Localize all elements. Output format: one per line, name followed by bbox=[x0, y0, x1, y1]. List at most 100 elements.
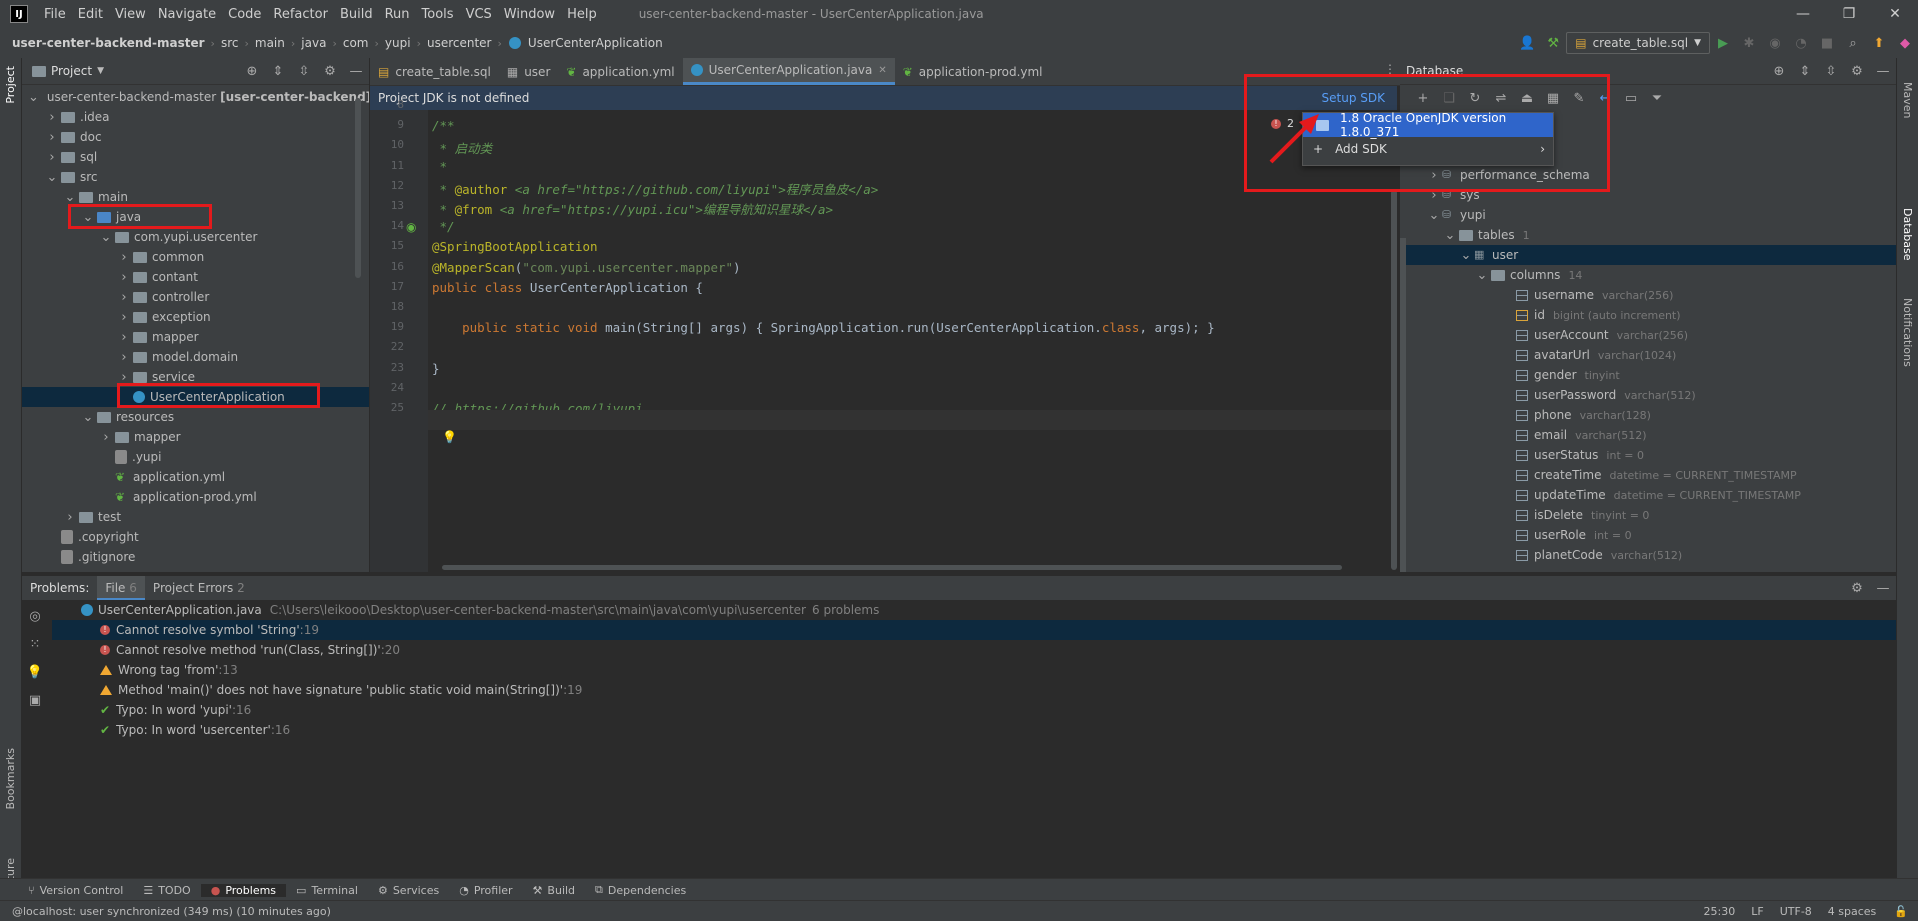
menu-item-edit[interactable]: Edit bbox=[72, 7, 109, 22]
breadcrumb-item[interactable]: yupi bbox=[383, 36, 413, 50]
bottom-tool-build[interactable]: ⚒ Build bbox=[523, 884, 586, 897]
gear-icon[interactable]: ⚙ bbox=[320, 61, 340, 81]
chevron-down-icon[interactable]: ⌄ bbox=[1476, 268, 1488, 283]
lock-icon[interactable]: 🔓 bbox=[1884, 905, 1918, 918]
tree-item[interactable]: › .idea bbox=[22, 107, 369, 127]
chevron-down-icon[interactable]: ⌄ bbox=[1444, 228, 1456, 243]
db-column[interactable]: createTime datetime = CURRENT_TIMESTAMP bbox=[1400, 465, 1896, 485]
expand-all-icon[interactable]: ⇕ bbox=[1795, 61, 1815, 81]
db-column[interactable]: id bigint (auto increment) bbox=[1400, 305, 1896, 325]
line-separator[interactable]: LF bbox=[1743, 905, 1771, 918]
menu-item-code[interactable]: Code bbox=[222, 7, 267, 22]
breadcrumb-item[interactable]: java bbox=[299, 36, 328, 50]
menu-item-run[interactable]: Run bbox=[379, 7, 416, 22]
db-column[interactable]: userPassword varchar(512) bbox=[1400, 385, 1896, 405]
caret-position[interactable]: 25:30 bbox=[1696, 905, 1744, 918]
tree-item[interactable]: ❦ application.yml bbox=[22, 467, 369, 487]
coverage-icon[interactable]: ◉ bbox=[1765, 33, 1785, 53]
project-tool-button[interactable]: Project bbox=[4, 66, 17, 104]
menu-item-view[interactable]: View bbox=[109, 7, 152, 22]
bottom-tool-profiler[interactable]: ◔ Profiler bbox=[449, 884, 522, 897]
problem-item[interactable]: ! Cannot resolve method 'run(Class, Strin… bbox=[52, 640, 1896, 660]
chevron-right-icon[interactable]: › bbox=[118, 310, 130, 325]
locate-icon[interactable]: ⊕ bbox=[1769, 61, 1789, 81]
chevron-down-icon[interactable]: ▼ bbox=[97, 66, 104, 76]
tree-item[interactable]: › exception bbox=[22, 307, 369, 327]
chevron-right-icon[interactable]: › bbox=[46, 150, 58, 165]
chevron-right-icon[interactable]: › bbox=[118, 270, 130, 285]
collapse-all-icon[interactable]: ⇳ bbox=[1821, 61, 1841, 81]
hide-icon[interactable]: — bbox=[346, 61, 366, 81]
problem-item[interactable]: Wrong tag 'from':13 bbox=[52, 660, 1896, 680]
query-console-icon[interactable]: ▭ bbox=[1621, 88, 1641, 108]
menu-item-file[interactable]: File bbox=[38, 7, 72, 22]
menu-item-help[interactable]: Help bbox=[561, 7, 603, 22]
db-column[interactable]: email varchar(512) bbox=[1400, 425, 1896, 445]
collapse-all-icon[interactable]: ⇳ bbox=[294, 61, 314, 81]
close-icon[interactable]: ✕ bbox=[1872, 0, 1918, 28]
db-column[interactable]: planetCode varchar(512) bbox=[1400, 545, 1896, 565]
db-column[interactable]: avatarUrl varchar(1024) bbox=[1400, 345, 1896, 365]
chevron-right-icon[interactable]: › bbox=[118, 250, 130, 265]
tree-item[interactable]: › model.domain bbox=[22, 347, 369, 367]
problem-file-row[interactable]: UserCenterApplication.java C:\Users\leik… bbox=[52, 600, 1896, 620]
bottom-tool-services[interactable]: ⚙ Services bbox=[368, 884, 449, 897]
bookmarks-tool-button[interactable]: Bookmarks bbox=[4, 748, 17, 809]
db-column[interactable]: gender tinyint bbox=[1400, 365, 1896, 385]
db-panel-scrollbar[interactable] bbox=[1400, 238, 1406, 572]
tree-item[interactable]: › mapper bbox=[22, 427, 369, 447]
hide-icon[interactable]: — bbox=[1873, 578, 1893, 598]
tree-item[interactable]: › test bbox=[22, 507, 369, 527]
project-panel-title[interactable]: Project bbox=[51, 64, 92, 78]
chevron-down-icon[interactable]: ⌄ bbox=[100, 230, 112, 245]
chevron-right-icon[interactable]: › bbox=[64, 510, 76, 525]
editor-tab[interactable]: UserCenterApplication.java ✕ bbox=[682, 58, 895, 85]
hide-icon[interactable]: — bbox=[1873, 61, 1893, 81]
tree-item[interactable]: › common bbox=[22, 247, 369, 267]
breadcrumb-item[interactable]: src bbox=[219, 36, 241, 50]
menu-item-vcs[interactable]: VCS bbox=[460, 7, 498, 22]
db-column[interactable]: userRole int = 0 bbox=[1400, 525, 1896, 545]
stop-icon[interactable]: ■ bbox=[1817, 33, 1837, 53]
tree-item[interactable]: ❦ application-prod.yml bbox=[22, 487, 369, 507]
tree-item[interactable]: › doc bbox=[22, 127, 369, 147]
vertical-scrollbar[interactable] bbox=[1391, 190, 1397, 570]
bottom-tool-dependencies[interactable]: ⧉ Dependencies bbox=[585, 883, 696, 897]
db-column[interactable]: userStatus int = 0 bbox=[1400, 445, 1896, 465]
menu-item-refactor[interactable]: Refactor bbox=[267, 7, 334, 22]
update-icon[interactable]: ⬆ bbox=[1869, 33, 1889, 53]
breadcrumb-item[interactable]: user-center-backend-master bbox=[10, 36, 207, 50]
database-tool-button[interactable]: Database bbox=[1901, 208, 1914, 261]
minimize-icon[interactable]: — bbox=[1780, 0, 1826, 28]
group-icon[interactable]: ⁙ bbox=[25, 634, 45, 654]
problem-item[interactable]: ✔ Typo: In word 'usercenter':16 bbox=[52, 720, 1896, 740]
menu-item-navigate[interactable]: Navigate bbox=[152, 7, 222, 22]
indent-setting[interactable]: 4 spaces bbox=[1820, 905, 1885, 918]
maven-tool-button[interactable]: Maven bbox=[1901, 82, 1914, 118]
breadcrumb-item[interactable]: com bbox=[341, 36, 371, 50]
db-tree-item[interactable]: ⌄ ▦ user bbox=[1400, 245, 1896, 265]
tree-item[interactable]: › sql bbox=[22, 147, 369, 167]
run-gutter-icon[interactable]: ◉ bbox=[406, 220, 416, 234]
problem-item[interactable]: Method 'main()' does not have signature … bbox=[52, 680, 1896, 700]
bottom-tool-version-control[interactable]: ⑂ Version Control bbox=[0, 884, 133, 897]
bottom-tool-problems[interactable]: ● Problems bbox=[200, 883, 287, 897]
db-column[interactable]: isDelete tinyint = 0 bbox=[1400, 505, 1896, 525]
db-tree-item[interactable]: ⌄ columns 14 bbox=[1400, 265, 1896, 285]
problem-item[interactable]: ! Cannot resolve symbol 'String':19 bbox=[52, 620, 1896, 640]
tree-item[interactable]: › mapper bbox=[22, 327, 369, 347]
problem-item[interactable]: ✔ Typo: In word 'yupi':16 bbox=[52, 700, 1896, 720]
notifications-tool-button[interactable]: Notifications bbox=[1901, 298, 1914, 367]
chevron-down-icon[interactable]: ⌄ bbox=[1428, 208, 1440, 223]
tab-file[interactable]: File 6 bbox=[97, 576, 145, 600]
chevron-down-icon[interactable]: ⌄ bbox=[46, 170, 58, 185]
run-icon[interactable]: ▶ bbox=[1713, 33, 1733, 53]
breadcrumb-item[interactable]: main bbox=[253, 36, 287, 50]
chevron-right-icon[interactable]: › bbox=[46, 130, 58, 145]
tree-item[interactable]: › controller bbox=[22, 287, 369, 307]
menu-item-tools[interactable]: Tools bbox=[416, 7, 460, 22]
db-tree-item[interactable]: ⌄ tables 1 bbox=[1400, 225, 1896, 245]
gear-icon[interactable]: ⚙ bbox=[1847, 578, 1867, 598]
intellij-logo-icon[interactable]: IJ bbox=[10, 5, 28, 23]
tree-item[interactable]: .copyright bbox=[22, 527, 369, 547]
